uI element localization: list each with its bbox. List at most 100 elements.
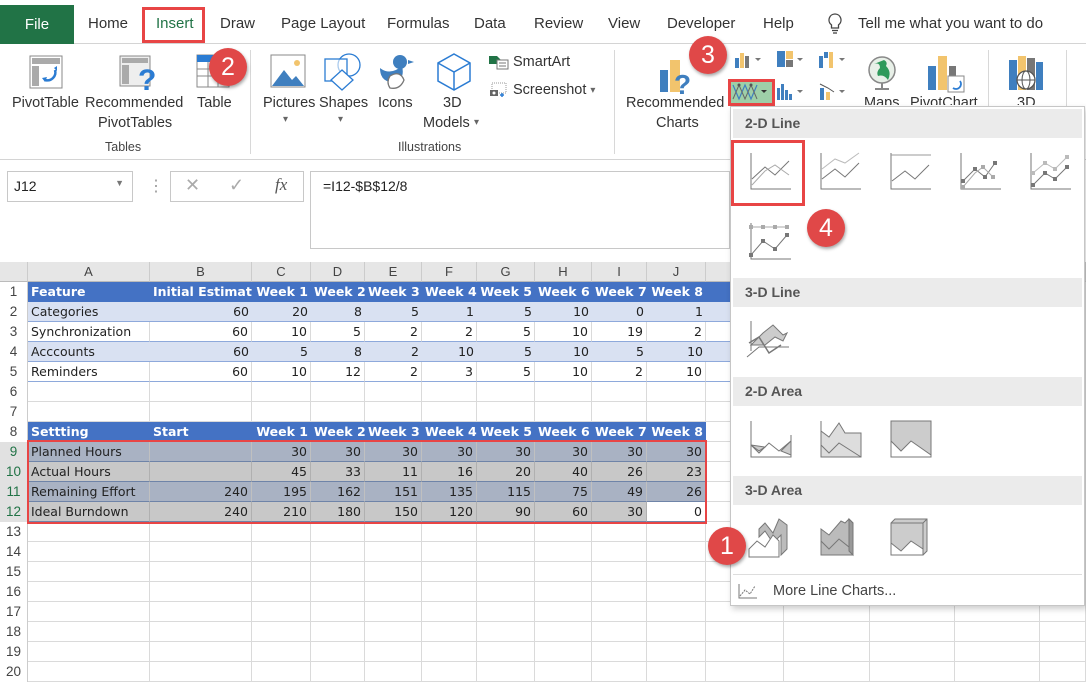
row-header[interactable]: 15 [0,562,28,582]
enter-check-icon[interactable]: ✓ [229,175,244,196]
row-header[interactable]: 17 [0,602,28,622]
cell[interactable] [477,642,535,662]
cell[interactable] [870,642,955,662]
recommended-pivottables-button[interactable]: ? [118,54,158,97]
cell[interactable] [150,522,252,542]
table-cell[interactable]: 2 [365,322,422,342]
cell[interactable] [647,662,706,682]
tab-review[interactable]: Review [534,15,583,32]
pivottable-button[interactable] [28,54,64,95]
screenshot-button[interactable]: Screenshot ▾ [489,82,595,98]
cell[interactable] [592,382,647,402]
table-cell[interactable]: 60 [150,362,252,382]
cell[interactable] [252,602,311,622]
cell[interactable] [422,522,477,542]
cell[interactable] [28,582,150,602]
cell[interactable] [477,582,535,602]
table-cell[interactable]: 2 [365,342,422,362]
cell[interactable] [477,662,535,682]
cell[interactable] [311,382,365,402]
table-cell[interactable]: 5 [252,342,311,362]
cell[interactable] [422,622,477,642]
column-header[interactable]: A [28,262,150,282]
cell[interactable] [535,542,592,562]
row-header[interactable]: 2 [0,302,28,322]
cell[interactable] [592,602,647,622]
table-cell[interactable]: Reminders [28,362,150,382]
cell[interactable] [150,582,252,602]
table-cell[interactable]: 10 [252,322,311,342]
row-header[interactable]: 11 [0,482,28,502]
cell[interactable] [365,602,422,622]
table-cell[interactable]: 8 [311,342,365,362]
shapes-button[interactable] [322,52,362,97]
formula-input[interactable]: =I12-$B$12/8 [310,171,730,249]
cancel-icon[interactable]: ✕ [185,175,200,196]
table-cell[interactable]: 10 [422,342,477,362]
cell[interactable] [311,522,365,542]
3d-stacked-area-option[interactable] [813,515,871,565]
column-header[interactable]: F [422,262,477,282]
column-header[interactable]: B [150,262,252,282]
smartart-button[interactable]: SmartArt [489,54,570,70]
cell[interactable] [252,622,311,642]
cell[interactable] [365,542,422,562]
cell[interactable] [1040,662,1086,682]
waterfall-chart-button[interactable] [818,50,848,73]
table-header-cell[interactable]: Week 3 [365,422,422,442]
name-box[interactable]: J12 ▼ [7,171,133,202]
cell[interactable] [365,622,422,642]
cell[interactable] [535,402,592,422]
table-cell[interactable]: Acccounts [28,342,150,362]
table-cell[interactable]: 10 [535,302,592,322]
column-header[interactable]: D [311,262,365,282]
cell[interactable] [422,602,477,622]
table-header-cell[interactable]: Feature [28,282,150,302]
table-cell[interactable]: 12 [311,362,365,382]
name-box-dropdown-icon[interactable]: ▼ [115,178,124,188]
column-chart-button[interactable] [734,50,764,73]
cell[interactable] [955,662,1040,682]
cell[interactable] [422,542,477,562]
cell[interactable] [422,642,477,662]
cell[interactable] [592,662,647,682]
table-cell[interactable]: 5 [477,362,535,382]
icons-button[interactable] [376,52,416,97]
cell[interactable] [28,382,150,402]
statistic-chart-button[interactable] [776,82,806,105]
column-header[interactable]: H [535,262,592,282]
cell[interactable] [422,382,477,402]
cell[interactable] [592,402,647,422]
tab-formulas[interactable]: Formulas [387,15,450,32]
tab-page-layout[interactable]: Page Layout [281,15,365,32]
tab-home[interactable]: Home [88,15,128,32]
table-header-cell[interactable]: Week 5 [477,422,535,442]
cell[interactable] [311,582,365,602]
cell[interactable] [365,662,422,682]
row-header[interactable]: 10 [0,462,28,482]
table-cell[interactable]: 5 [477,302,535,322]
cell[interactable] [365,382,422,402]
table-header-cell[interactable]: Week 3 [365,282,422,302]
column-header[interactable]: J [647,262,706,282]
row-header[interactable]: 3 [0,322,28,342]
cell[interactable] [252,522,311,542]
cell[interactable] [535,522,592,542]
cell[interactable] [955,642,1040,662]
cell[interactable] [252,562,311,582]
cell[interactable] [252,402,311,422]
table-header-cell[interactable]: Week 1 [252,282,311,302]
cell[interactable] [150,662,252,682]
cell[interactable] [647,642,706,662]
table-cell[interactable]: 0 [592,302,647,322]
cell[interactable] [647,402,706,422]
area-option[interactable] [743,415,801,465]
table-cell[interactable]: 60 [150,302,252,322]
tab-view[interactable]: View [608,15,640,32]
table-header-cell[interactable]: Settting [28,422,150,442]
cell[interactable] [150,542,252,562]
table-cell[interactable]: 10 [535,322,592,342]
table-cell[interactable]: 2 [365,362,422,382]
cell[interactable] [477,562,535,582]
cell[interactable] [365,642,422,662]
